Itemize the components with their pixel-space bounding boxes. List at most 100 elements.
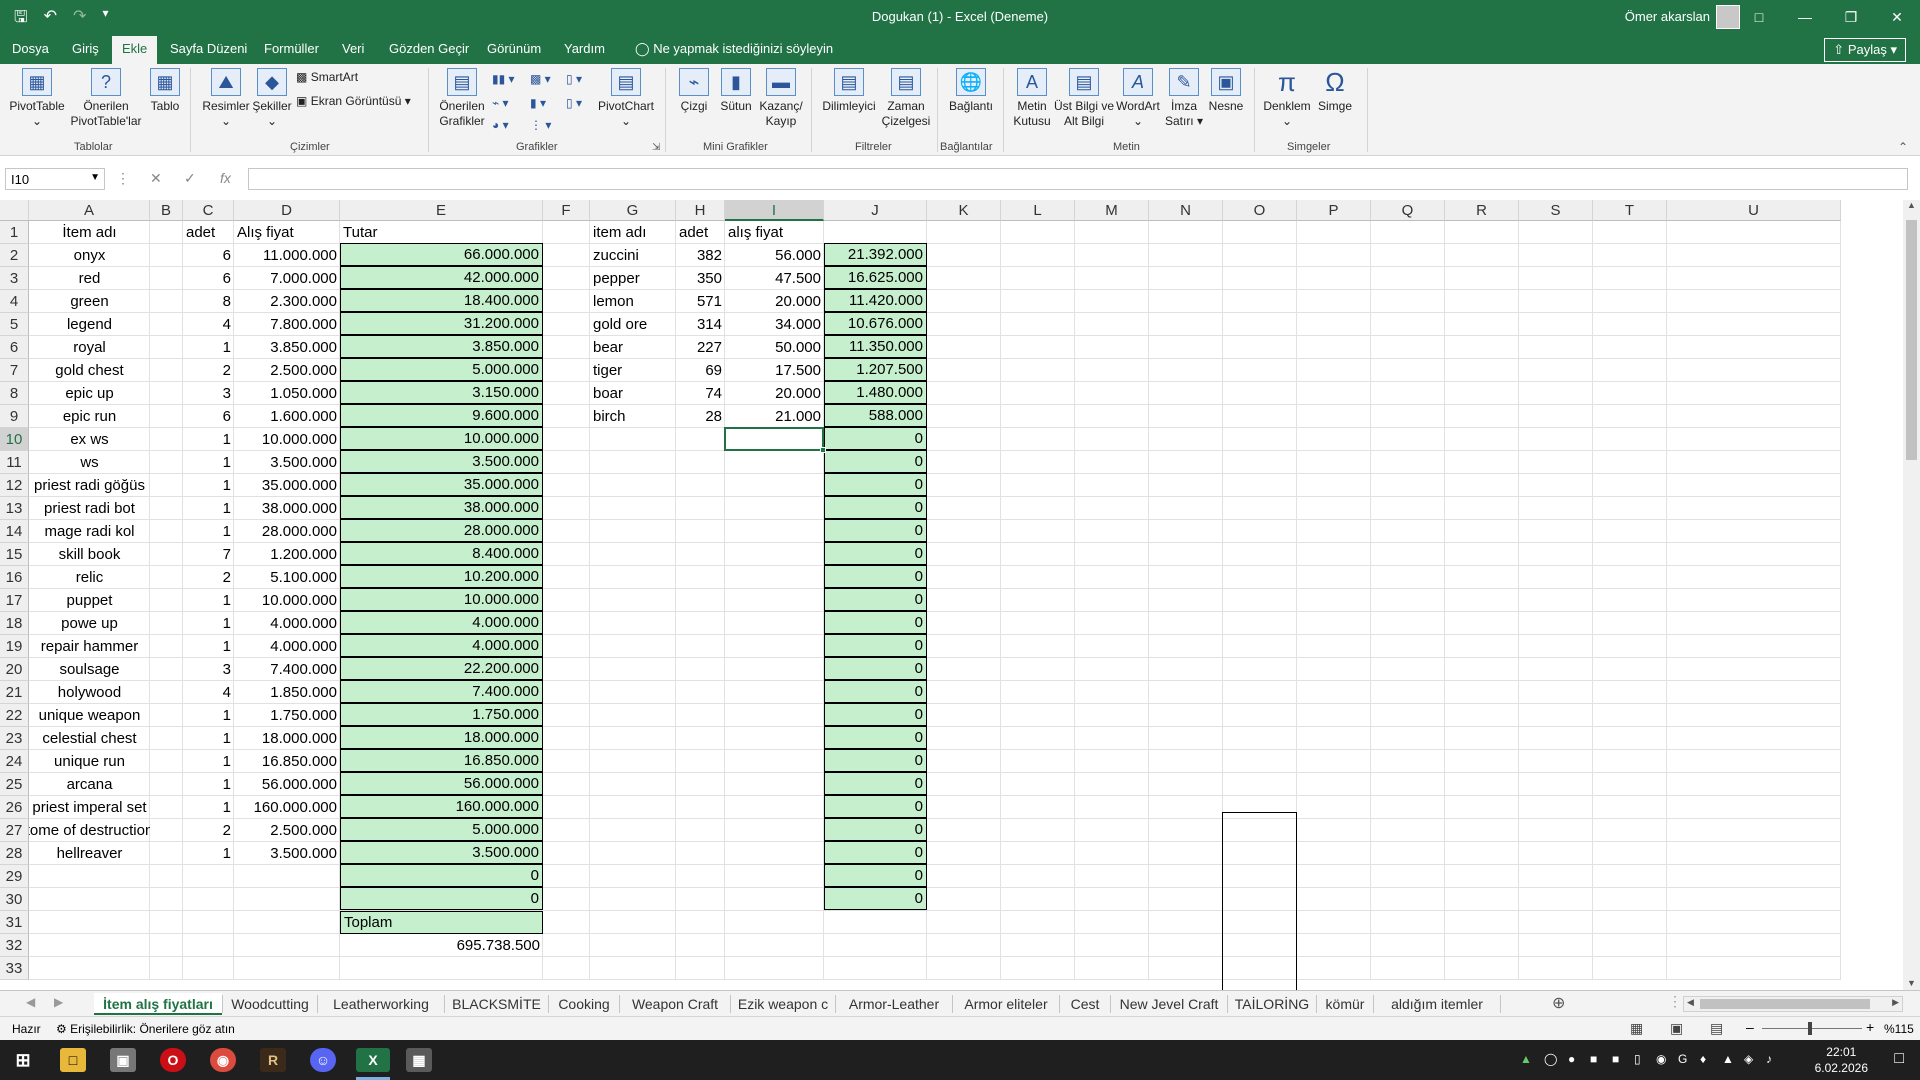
tab-ekle[interactable]: Ekle	[112, 36, 158, 64]
row-header-3[interactable]: 3	[0, 267, 29, 290]
row-header-23[interactable]: 23	[0, 727, 29, 750]
formula-input[interactable]	[248, 168, 1908, 190]
row-header-9[interactable]: 9	[0, 405, 29, 428]
cancel-icon[interactable]: ✕	[150, 170, 162, 187]
store-icon[interactable]: ▣	[110, 1048, 136, 1072]
signature-line-button[interactable]: ✎ İmza Satırı ▾	[1162, 68, 1206, 129]
scroll-right-icon[interactable]: ▶	[1892, 997, 1899, 1008]
column-header-u[interactable]: U	[1667, 200, 1841, 221]
slicer-button[interactable]: ▤ Dilimleyici	[818, 68, 880, 114]
row-header-15[interactable]: 15	[0, 543, 29, 566]
tray-g-icon[interactable]: G	[1678, 1052, 1687, 1066]
column-header-m[interactable]: M	[1075, 200, 1149, 221]
zoom-out-icon[interactable]: –	[1746, 1019, 1754, 1035]
battery-icon[interactable]: ▯	[1634, 1052, 1641, 1066]
add-sheet-icon[interactable]: ⊕	[1552, 993, 1565, 1013]
column-header-q[interactable]: Q	[1371, 200, 1445, 221]
sheet-tab[interactable]: İtem alış fiyatları	[94, 993, 222, 1015]
sheet-tab[interactable]: TAİLORİNG	[1228, 993, 1316, 1015]
header-footer-button[interactable]: ▤ Üst Bilgi ve Alt Bilgi	[1052, 68, 1116, 129]
tab-sayfa-duzeni[interactable]: Sayfa Düzeni	[170, 41, 247, 56]
share-button[interactable]: ⇧ Paylaş ▾	[1824, 38, 1906, 62]
smartart-button[interactable]: ▩ SmartArt	[296, 70, 358, 85]
bluetooth-icon[interactable]: ♦	[1700, 1052, 1706, 1066]
tray-status-icon[interactable]: ◯	[1544, 1052, 1557, 1066]
link-button[interactable]: 🌐 Bağlantı	[942, 68, 1000, 114]
row-header-10[interactable]: 10	[0, 428, 29, 451]
column-chart-icon[interactable]: ▮▮ ▾	[492, 72, 515, 86]
row-header-2[interactable]: 2	[0, 244, 29, 267]
close-button[interactable]: ✕	[1874, 0, 1920, 34]
prev-sheet-icon[interactable]: ◀	[26, 995, 35, 1009]
timeline-button[interactable]: ▤ Zaman Çizelgesi	[878, 68, 934, 129]
tab-gozden-gecir[interactable]: Gözden Geçir	[389, 41, 469, 56]
column-header-f[interactable]: F	[543, 200, 590, 221]
screenshot-button[interactable]: ▣ Ekran Görüntüsü ▾	[296, 94, 411, 109]
sheet-tab[interactable]: Woodcutting	[223, 993, 317, 1015]
tab-dosya[interactable]: Dosya	[12, 41, 49, 56]
page-break-view-icon[interactable]: ▤	[1710, 1020, 1723, 1037]
excel-taskbar-icon[interactable]: X	[356, 1048, 390, 1072]
row-header-14[interactable]: 14	[0, 520, 29, 543]
row-header-18[interactable]: 18	[0, 612, 29, 635]
scroll-up-icon[interactable]: ▲	[1903, 200, 1920, 210]
tray-app-icon[interactable]: ■	[1612, 1052, 1619, 1066]
horizontal-scroll-thumb[interactable]	[1700, 999, 1870, 1009]
column-header-l[interactable]: L	[1001, 200, 1075, 221]
zoom-slider[interactable]	[1762, 1028, 1862, 1029]
row-header-31[interactable]: 31	[0, 911, 29, 934]
column-header-b[interactable]: B	[150, 200, 183, 221]
combo-chart-icon[interactable]: ▯ ▾	[566, 96, 582, 110]
zoom-slider-thumb[interactable]	[1808, 1022, 1812, 1035]
fill-handle[interactable]	[820, 447, 826, 453]
tab-formuller[interactable]: Formüller	[264, 41, 319, 56]
column-header-p[interactable]: P	[1297, 200, 1371, 221]
row-header-21[interactable]: 21	[0, 681, 29, 704]
restore-button[interactable]: ❐	[1828, 0, 1874, 34]
row-header-7[interactable]: 7	[0, 359, 29, 382]
row-header-20[interactable]: 20	[0, 658, 29, 681]
tab-veri[interactable]: Veri	[342, 41, 364, 56]
equation-button[interactable]: π Denklem ⌄	[1262, 68, 1312, 129]
selected-cell-i10[interactable]	[724, 427, 824, 451]
row-header-5[interactable]: 5	[0, 313, 29, 336]
microphone-icon[interactable]: ●	[1568, 1052, 1575, 1066]
row-header-29[interactable]: 29	[0, 865, 29, 888]
dialog-launcher-icon[interactable]: ⇲	[652, 142, 660, 153]
windows-start-icon[interactable]: ⊞	[10, 1048, 36, 1072]
row-header-11[interactable]: 11	[0, 451, 29, 474]
column-header-n[interactable]: N	[1149, 200, 1223, 221]
collapse-ribbon-icon[interactable]: ⌃	[1898, 140, 1908, 154]
sheet-tab[interactable]: Leatherworking	[318, 993, 444, 1015]
column-header-d[interactable]: D	[234, 200, 340, 221]
select-all-corner[interactable]	[0, 200, 29, 221]
opera-icon[interactable]: O	[160, 1048, 186, 1072]
wordart-button[interactable]: A WordArt ⌄	[1112, 68, 1164, 129]
column-header-h[interactable]: H	[676, 200, 725, 221]
calculator-icon[interactable]: ▦	[406, 1048, 432, 1072]
column-header-s[interactable]: S	[1519, 200, 1593, 221]
row-header-19[interactable]: 19	[0, 635, 29, 658]
scatter-chart-icon[interactable]: ⋮ ▾	[530, 118, 551, 132]
volume-icon[interactable]: ♪	[1766, 1052, 1772, 1066]
discord-icon[interactable]: ☺	[310, 1048, 336, 1072]
row-header-12[interactable]: 12	[0, 474, 29, 497]
zoom-in-icon[interactable]: +	[1866, 1019, 1874, 1035]
recommended-charts-button[interactable]: ▤ Önerilen Grafikler	[436, 68, 488, 129]
notifications-icon[interactable]: □	[1894, 1050, 1904, 1068]
horizontal-scrollbar[interactable]: ◀ ▶	[1683, 996, 1903, 1012]
security-icon[interactable]: ◉	[1656, 1052, 1666, 1066]
row-header-30[interactable]: 30	[0, 888, 29, 911]
nvidia-tray-icon[interactable]: ▲	[1520, 1052, 1532, 1066]
pivottable-button[interactable]: ▦ PivotTable ⌄	[6, 68, 68, 129]
column-header-o[interactable]: O	[1223, 200, 1297, 221]
column-header-c[interactable]: C	[183, 200, 234, 221]
tab-gorunum[interactable]: Görünüm	[487, 41, 541, 56]
ribbon-display-button[interactable]: □	[1736, 0, 1782, 34]
row-header-4[interactable]: 4	[0, 290, 29, 313]
wifi-icon[interactable]: ◈	[1744, 1052, 1753, 1066]
network-icon[interactable]: ▲	[1722, 1052, 1734, 1066]
tell-me-search[interactable]: ◯ Ne yapmak istediğinizi söyleyin	[635, 41, 833, 57]
table-button[interactable]: ▦ Tablo	[145, 68, 185, 114]
sparkline-line-button[interactable]: ⌁ Çizgi	[674, 68, 714, 114]
